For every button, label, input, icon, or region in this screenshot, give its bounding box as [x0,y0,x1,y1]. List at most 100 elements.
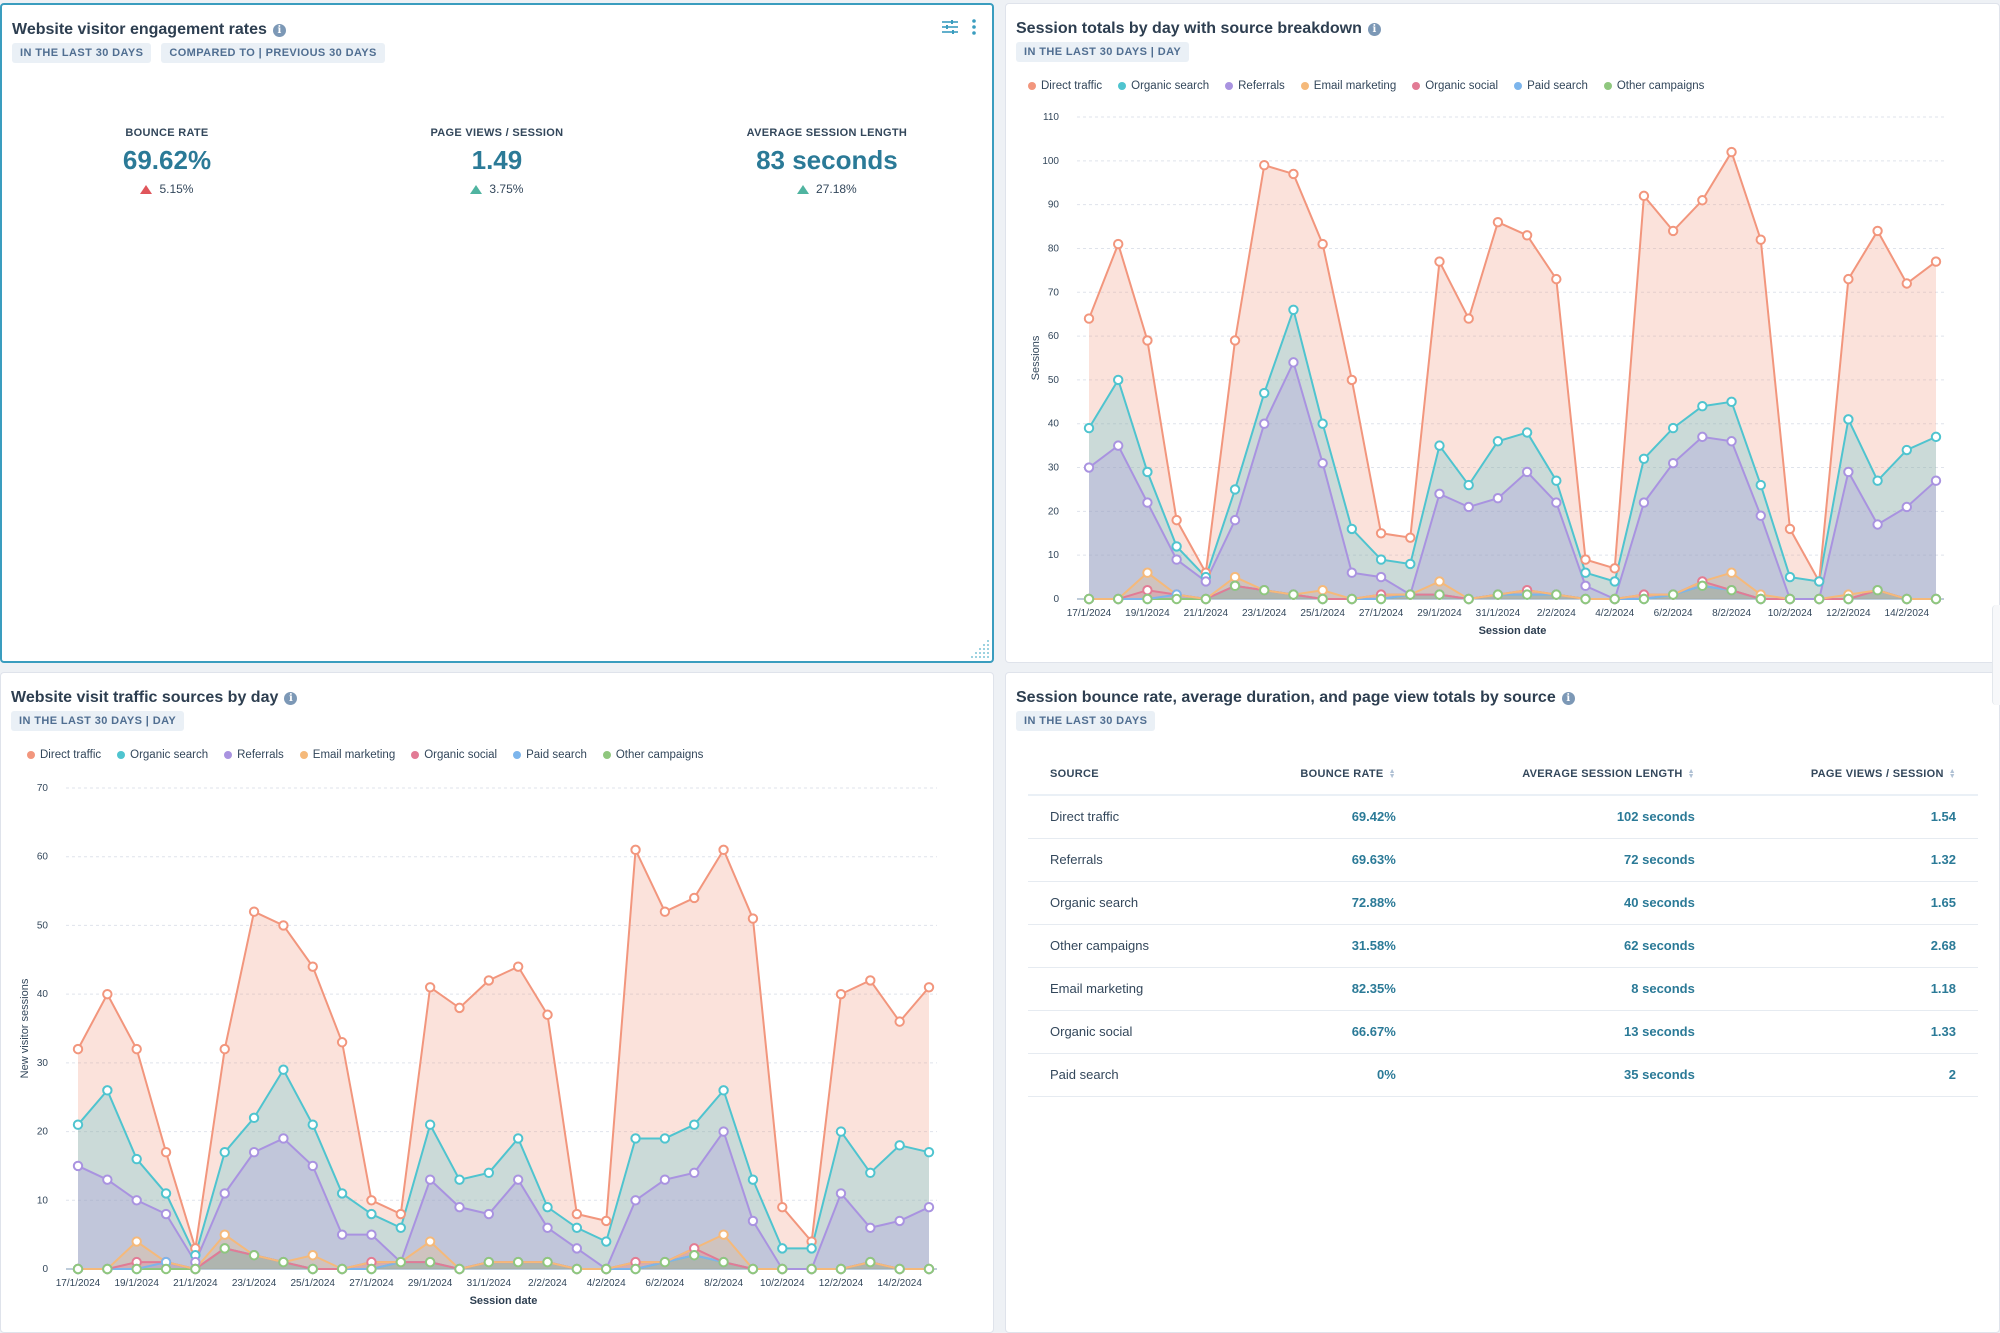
data-point[interactable] [1083,313,1095,324]
data-point[interactable] [1171,541,1182,552]
data-point[interactable] [1200,576,1212,587]
data-point[interactable] [424,1119,436,1130]
data-point[interactable] [1551,589,1562,600]
data-point[interactable] [1142,466,1153,478]
data-point[interactable] [1784,523,1796,535]
data-point[interactable] [307,1160,318,1172]
data-point[interactable] [160,1208,172,1220]
data-point[interactable] [601,1236,612,1247]
data-point[interactable] [1288,589,1299,600]
info-icon[interactable]: i [1367,22,1381,36]
info-icon[interactable]: i [1561,691,1575,705]
data-point[interactable] [424,1256,436,1268]
data-point[interactable] [395,1256,406,1268]
data-point[interactable] [718,1126,729,1137]
data-point[interactable] [1259,585,1270,596]
data-point[interactable] [659,1133,671,1144]
data-point[interactable] [1697,195,1708,206]
data-point[interactable] [131,1195,142,1206]
data-point[interactable] [131,1153,142,1165]
data-point[interactable] [483,1256,495,1268]
data-point[interactable] [1375,593,1387,605]
info-icon[interactable]: i [272,23,286,37]
data-point[interactable] [1259,418,1270,429]
data-point[interactable] [747,1174,759,1185]
data-point[interactable] [1434,589,1445,600]
data-point[interactable] [190,1263,201,1275]
data-point[interactable] [1609,593,1620,605]
data-point[interactable] [1288,168,1299,180]
data-point[interactable] [1142,585,1153,596]
data-point[interactable] [777,1201,788,1213]
data-point[interactable] [1872,225,1883,237]
data-point[interactable] [1609,563,1620,574]
data-point[interactable] [160,1188,172,1199]
data-point[interactable] [1405,589,1416,600]
data-point[interactable] [865,1167,876,1178]
data-point[interactable] [483,1167,495,1178]
data-point[interactable] [248,906,260,917]
data-point[interactable] [1405,532,1416,543]
data-point[interactable] [689,1119,700,1130]
data-point[interactable] [336,1037,348,1048]
data-point[interactable] [1813,576,1825,587]
data-point[interactable] [1609,576,1620,587]
data-point[interactable] [336,1229,348,1240]
data-point[interactable] [1200,593,1212,605]
data-point[interactable] [1521,589,1533,600]
data-point[interactable] [1843,466,1854,478]
data-point[interactable] [1113,593,1124,605]
data-point[interactable] [630,844,641,856]
data-point[interactable] [1726,396,1737,408]
sort-icon[interactable]: ▲ ▼ [1688,768,1695,780]
data-point[interactable] [131,1263,142,1275]
data-point[interactable] [1142,593,1153,605]
data-point[interactable] [102,1263,113,1275]
data-point[interactable] [219,1188,230,1199]
data-point[interactable] [1872,585,1883,596]
data-point[interactable] [1638,593,1650,605]
data-point[interactable] [1784,593,1796,605]
data-point[interactable] [160,1263,172,1275]
data-point[interactable] [1843,593,1854,605]
data-point[interactable] [571,1208,583,1220]
data-point[interactable] [454,1263,465,1275]
data-point[interactable] [1375,571,1387,583]
data-point[interactable] [219,1043,230,1055]
data-point[interactable] [160,1146,172,1158]
data-point[interactable] [1434,488,1445,500]
data-point[interactable] [1755,234,1766,245]
data-point[interactable] [894,1016,905,1027]
data-point[interactable] [718,844,729,856]
data-point[interactable] [689,1167,700,1178]
data-point[interactable] [1697,580,1708,592]
data-point[interactable] [1638,190,1650,202]
sort-icon[interactable]: ▲ ▼ [1949,768,1956,780]
data-point[interactable] [718,1085,729,1096]
data-point[interactable] [923,1146,935,1158]
data-point[interactable] [835,1188,847,1199]
data-point[interactable] [1551,475,1562,486]
data-point[interactable] [131,1236,142,1247]
data-point[interactable] [747,1215,759,1227]
data-point[interactable] [1317,418,1328,429]
data-point[interactable] [1492,493,1504,504]
data-point[interactable] [1580,567,1591,578]
column-header-bounce-rate[interactable]: BOUNCE RATE ▲ ▼ [1225,753,1418,796]
data-point[interactable] [278,920,289,931]
data-point[interactable] [806,1243,817,1254]
data-point[interactable] [1288,357,1299,368]
data-point[interactable] [1434,440,1445,451]
data-point[interactable] [1317,457,1328,469]
data-point[interactable] [336,1263,348,1275]
data-point[interactable] [1930,431,1942,443]
data-point[interactable] [248,1250,260,1261]
data-point[interactable] [483,1208,495,1220]
data-point[interactable] [454,1174,465,1185]
data-point[interactable] [1697,431,1708,443]
sliders-icon[interactable] [942,20,958,34]
data-point[interactable] [1638,497,1650,508]
data-point[interactable] [1229,580,1241,592]
data-point[interactable] [72,1160,84,1172]
data-point[interactable] [307,1263,318,1275]
